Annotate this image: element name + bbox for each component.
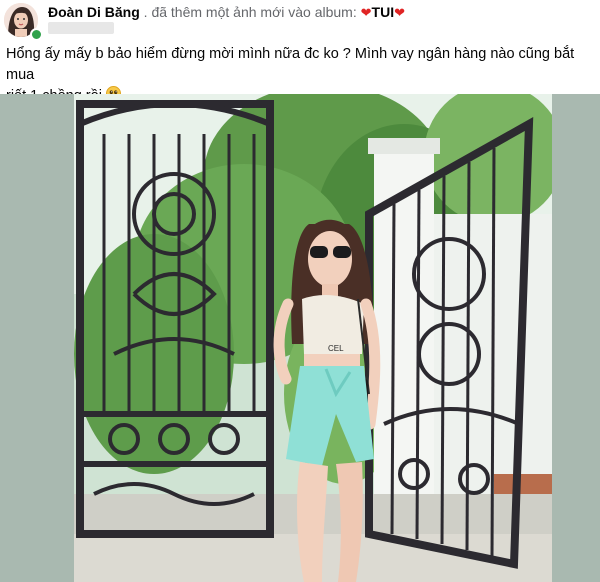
album-link[interactable]: TUI — [372, 4, 395, 20]
top-print-text: CEL — [328, 344, 344, 353]
author-name[interactable]: Đoàn Di Băng — [48, 4, 140, 20]
heart-icon: ❤ — [360, 5, 372, 20]
post-photo-container[interactable]: CEL — [0, 94, 600, 582]
heart-icon: ❤ — [394, 5, 405, 20]
post-header: Đoàn Di Băng . đã thêm một ảnh mới vào a… — [0, 0, 600, 41]
online-status-dot — [30, 28, 43, 41]
post-title-line: Đoàn Di Băng . đã thêm một ảnh mới vào a… — [48, 3, 405, 22]
post-action-text: đã thêm một ảnh mới vào album: — [151, 4, 357, 20]
post-photo: CEL — [74, 94, 552, 582]
separator-dot: . — [143, 4, 148, 20]
timestamp-redacted — [48, 22, 114, 34]
caption-line: Hổng ấy mấy b bảo hiểm đừng mời mình nữa… — [6, 46, 575, 83]
